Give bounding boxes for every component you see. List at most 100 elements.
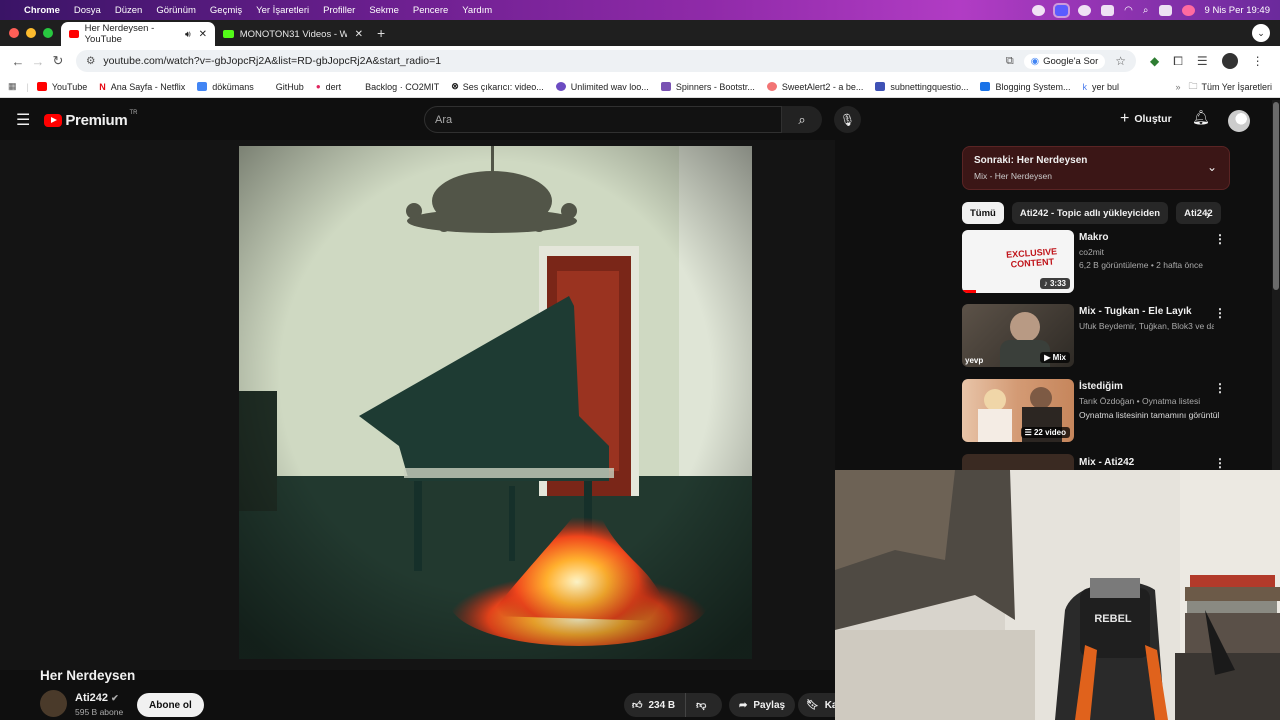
control-center-icon[interactable] — [1158, 4, 1172, 16]
bookmark-sweetalert[interactable]: SweetAlert2 - a be... — [766, 82, 863, 92]
playlist-thumbnail[interactable]: ☰ 22 video — [962, 379, 1074, 442]
bookmark-star-icon[interactable]: ☆ — [1115, 54, 1126, 68]
chevron-right-icon[interactable]: › — [1206, 206, 1211, 222]
wifi-icon[interactable]: ◠ — [1124, 5, 1133, 16]
battery-icon[interactable] — [1101, 4, 1115, 16]
address-bar[interactable]: ⚙ youtube.com/watch?v=-gbJopcRj2A&list=R… — [76, 50, 1136, 72]
video-thumbnail[interactable] — [962, 454, 1074, 470]
menu-profiller[interactable]: Profiller — [323, 5, 355, 16]
recommendation-item[interactable]: yevp ▶ Mix Mix - Tugkan - Ele Layık Ufuk… — [962, 304, 1230, 367]
menu-sekme[interactable]: Sekme — [369, 5, 399, 16]
channel-avatar[interactable] — [40, 690, 67, 717]
back-icon[interactable]: ← — [8, 54, 28, 69]
menu-pencere[interactable]: Pencere — [413, 5, 448, 16]
bookmark-yer-bul[interactable]: k yer bul — [1083, 82, 1120, 92]
like-button[interactable]: 👍︎ 234 B — [624, 693, 687, 717]
video-thumbnail[interactable]: yevp ▶ Mix — [962, 304, 1074, 367]
webcam-overlay[interactable]: REBEL — [835, 470, 1280, 720]
bookmark-dert[interactable]: ● dert — [316, 82, 341, 92]
bookmark-github[interactable]: GitHub — [276, 82, 304, 92]
tab-close-icon[interactable]: ✕ — [355, 29, 363, 40]
url-text[interactable]: youtube.com/watch?v=-gbJopcRj2A&list=RD-… — [103, 55, 441, 67]
tab-close-icon[interactable]: ✕ — [199, 29, 207, 40]
audio-playing-icon[interactable]: 🔊︎ — [185, 29, 191, 40]
chip-ati242-topic[interactable]: Ati242 - Topic adlı yükleyiciden — [1011, 202, 1169, 224]
hamburger-menu-icon[interactable]: ☰ — [16, 110, 30, 130]
install-app-icon[interactable]: ⧉ — [1006, 55, 1014, 68]
siri-icon[interactable] — [1181, 4, 1195, 16]
bookmark-blogging[interactable]: Blogging System... — [980, 82, 1071, 92]
bookmark-netflix[interactable]: N Ana Sayfa - Netflix — [99, 82, 185, 92]
menu-app-chrome[interactable]: Chrome — [24, 5, 60, 16]
status-app-icon[interactable] — [1032, 4, 1046, 16]
menu-gecmis[interactable]: Geçmiş — [210, 5, 242, 16]
view-full-playlist-link[interactable]: Oynatma listesinin tamamını görüntüle — [1079, 410, 1219, 420]
up-next-panel[interactable]: Sonraki: Her Nerdeysen Mix - Her Nerdeys… — [962, 146, 1230, 190]
notifications-bell-icon[interactable]: 🔔︎ — [1192, 109, 1210, 126]
more-options-icon[interactable]: ⋮ — [1214, 232, 1226, 246]
menu-gorunum[interactable]: Görünüm — [156, 5, 196, 16]
chevron-down-icon[interactable]: ⌄ — [1207, 160, 1217, 174]
album-art-piano-fire[interactable] — [239, 146, 752, 659]
voice-search-button[interactable]: 🎙︎ — [834, 106, 861, 133]
extension-icon[interactable]: ◆ — [1150, 54, 1159, 68]
create-label: Oluştur — [1134, 113, 1172, 125]
bookmark-label: GitHub — [275, 81, 304, 92]
menu-yer-isaretleri[interactable]: Yer İşaretleri — [256, 5, 309, 16]
create-button[interactable]: + Oluştur — [1120, 110, 1172, 128]
site-info-icon[interactable]: ⚙ — [86, 55, 95, 67]
new-tab-icon[interactable]: + — [377, 25, 385, 41]
screen-share-icon[interactable] — [1053, 2, 1071, 18]
menu-yardim[interactable]: Yardım — [462, 5, 492, 16]
apps-grid-icon[interactable]: ▦ — [8, 81, 17, 92]
recommendation-item[interactable]: EXCLUSIVE CONTENT ♪ 3:33 Makro co2mit 6,… — [962, 230, 1230, 293]
all-bookmarks-folder[interactable]: 🗀︎ Tüm Yer İşaretleri — [1188, 79, 1272, 95]
page-scrollbar[interactable] — [1272, 100, 1280, 470]
share-button[interactable]: ➦ Paylaş — [729, 693, 796, 717]
menu-duzen[interactable]: Düzen — [115, 5, 142, 16]
menubar-datetime[interactable]: 9 Nis Per 19:49 — [1205, 5, 1270, 16]
recommendation-item[interactable]: Mix - Ati242 ⋮ — [962, 454, 1230, 470]
record-icon[interactable] — [1078, 4, 1092, 16]
menu-dosya[interactable]: Dosya — [74, 5, 101, 16]
scrollbar-thumb[interactable] — [1273, 102, 1279, 290]
account-avatar[interactable] — [1228, 110, 1250, 132]
forward-icon[interactable]: → — [28, 54, 48, 69]
more-options-icon[interactable]: ⋮ — [1214, 306, 1226, 320]
ask-google-button[interactable]: ◉ Google'a Sor — [1023, 53, 1106, 69]
search-input[interactable]: Ara — [424, 106, 782, 133]
window-zoom-icon[interactable] — [43, 28, 53, 38]
bookmark-spinners[interactable]: Spinners - Bootstr... — [660, 82, 755, 92]
dislike-button[interactable]: 👎︎ — [686, 693, 716, 717]
subscribe-button[interactable]: Abone ol — [137, 693, 204, 717]
bookmark-ses-cikarici[interactable]: ⊗ Ses çıkarıcı: video... — [451, 81, 544, 92]
tab-monoton31[interactable]: MONOTON31 Videos - Watch ✕ — [215, 22, 371, 46]
more-options-icon[interactable]: ⋮ — [1214, 456, 1226, 470]
tab-her-nerdeysen[interactable]: Her Nerdeysen - YouTube 🔊︎ ✕ — [61, 22, 215, 46]
bookmark-youtube[interactable]: YouTube — [36, 82, 87, 92]
more-options-icon[interactable]: ⋮ — [1214, 381, 1226, 395]
window-close-icon[interactable] — [9, 28, 19, 38]
mix-badge: ▶ Mix — [1040, 352, 1070, 363]
save-button[interactable]: 🔖︎Kaydet — [798, 693, 838, 717]
profile-avatar[interactable] — [1221, 53, 1238, 69]
chrome-menu-icon[interactable]: ⋮ — [1252, 54, 1264, 68]
chip-tumu[interactable]: Tümü — [962, 202, 1004, 224]
chip-ati242[interactable]: Ati242 — [1176, 202, 1221, 224]
bookmark-backlog[interactable]: Backlog · CO2MIT — [365, 82, 439, 92]
spotlight-search-icon[interactable]: ⌕ — [1143, 5, 1149, 16]
tab-search-icon[interactable]: ⌄ — [1252, 24, 1270, 42]
recommendation-item[interactable]: ☰ 22 video İstediğim Tarık Özdoğan • Oyn… — [962, 379, 1230, 442]
reading-list-icon[interactable]: ☰ — [1197, 54, 1208, 68]
search-button[interactable]: ⌕ — [782, 106, 822, 133]
video-thumbnail[interactable]: EXCLUSIVE CONTENT ♪ 3:33 — [962, 230, 1074, 293]
window-minimize-icon[interactable] — [26, 28, 36, 38]
bookmark-subnetting[interactable]: subnettingquestio... — [875, 82, 968, 92]
more-bookmarks-icon[interactable]: » — [1175, 82, 1180, 92]
bookmark-dokumans[interactable]: dökümans — [197, 82, 254, 92]
reload-icon[interactable]: ↻ — [48, 53, 68, 69]
channel-name[interactable]: Ati242 ✔︎ — [75, 692, 119, 704]
bookmark-unlimited-wav[interactable]: Unlimited wav loo... — [555, 82, 649, 92]
youtube-premium-logo[interactable]: Premium TR — [44, 110, 137, 129]
extensions-puzzle-icon[interactable]: ⧠ — [1173, 54, 1183, 69]
